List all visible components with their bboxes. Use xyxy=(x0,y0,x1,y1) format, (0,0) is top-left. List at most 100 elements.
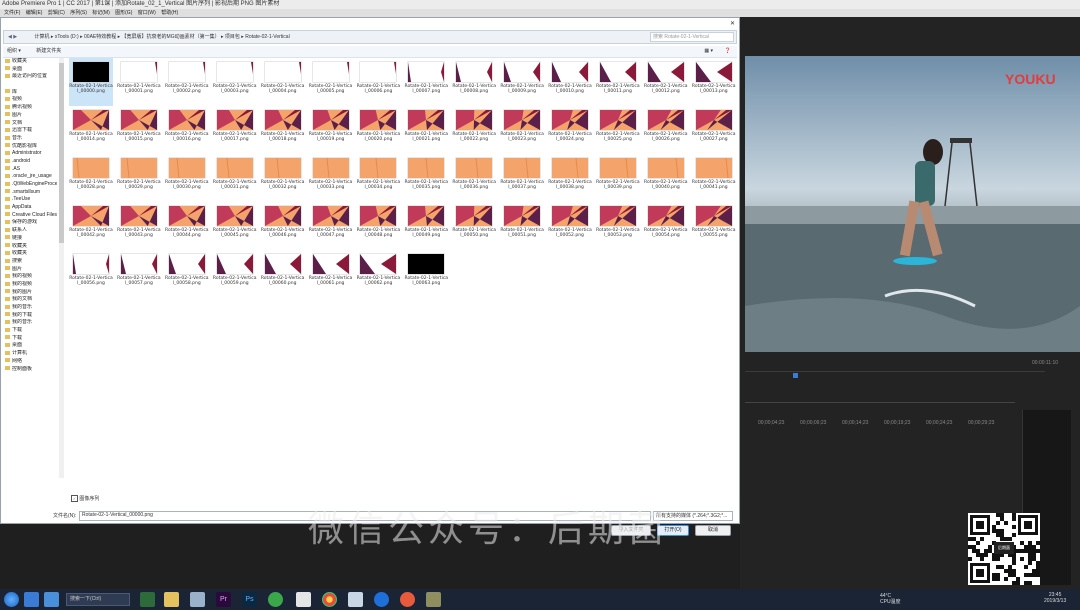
file-item[interactable]: Rotate-02-1-Vertical_00026.png xyxy=(644,106,688,154)
file-item[interactable]: Rotate-02-1-Vertical_00004.png xyxy=(261,58,305,106)
nav-item[interactable]: 下载 xyxy=(5,327,57,335)
nav-item[interactable]: 联系人 xyxy=(5,227,57,235)
nav-item[interactable]: .smartsllsum xyxy=(5,189,57,197)
app-icon-3[interactable] xyxy=(268,592,283,607)
file-item[interactable]: Rotate-02-1-Vertical_00040.png xyxy=(644,154,688,202)
playhead-marker-icon[interactable] xyxy=(793,373,798,378)
file-item[interactable]: Rotate-02-1-Vertical_00027.png xyxy=(692,106,736,154)
new-folder-button[interactable]: 新建文件夹 xyxy=(36,48,61,54)
premiere-icon[interactable]: Pr xyxy=(216,592,231,607)
menu-clip[interactable]: 剪辑(C) xyxy=(48,10,65,16)
nav-item[interactable]: 我的音乐 xyxy=(5,319,57,327)
file-item[interactable]: Rotate-02-1-Vertical_00055.png xyxy=(692,202,736,250)
app-icon-5[interactable] xyxy=(348,592,363,607)
nav-item[interactable]: 收藏夹 xyxy=(5,250,57,258)
navigation-pane[interactable]: 收藏夹 桌面 最近访问的位置库视频 腾讯视频 图片 文档 迅雷下载 音乐 优酷影视库 Admini… xyxy=(5,58,57,478)
file-item[interactable]: Rotate-02-1-Vertical_00037.png xyxy=(500,154,544,202)
file-item[interactable]: Rotate-02-1-Vertical_00031.png xyxy=(213,154,257,202)
file-item[interactable]: Rotate-02-1-Vertical_00048.png xyxy=(356,202,400,250)
file-item[interactable]: Rotate-02-1-Vertical_00029.png xyxy=(117,154,161,202)
app-icon-7[interactable] xyxy=(400,592,415,607)
search-input[interactable]: 搜索 Rotate-02-1-Vertical xyxy=(650,32,734,42)
nav-item[interactable]: 链接 xyxy=(5,235,57,243)
nav-item[interactable]: 收藏夹 xyxy=(5,58,57,66)
file-item[interactable]: Rotate-02-1-Vertical_00030.png xyxy=(165,154,209,202)
file-item[interactable]: Rotate-02-1-Vertical_00022.png xyxy=(452,106,496,154)
checkbox-checked-icon[interactable]: ✓ xyxy=(71,495,78,503)
nav-item[interactable]: 文档 xyxy=(5,120,57,128)
file-item[interactable]: Rotate-02-1-Vertical_00058.png xyxy=(165,250,209,298)
nav-item[interactable]: 控制面板 xyxy=(5,366,57,374)
ie-icon[interactable] xyxy=(44,592,59,607)
file-item[interactable]: Rotate-02-1-Vertical_00041.png xyxy=(692,154,736,202)
nav-item[interactable]: .QtWebEngineProcess xyxy=(5,181,57,189)
file-grid[interactable]: Rotate-02-1-Vertical_00000.png Rotate-02-… xyxy=(69,58,739,488)
file-item[interactable]: Rotate-02-1-Vertical_00006.png xyxy=(356,58,400,106)
file-item[interactable]: Rotate-02-1-Vertical_00038.png xyxy=(548,154,592,202)
file-item[interactable]: Rotate-02-1-Vertical_00036.png xyxy=(452,154,496,202)
nav-item[interactable]: 我的视频 xyxy=(5,273,57,281)
nav-item[interactable]: 我的视频 xyxy=(5,281,57,289)
nav-item[interactable]: AppData xyxy=(5,204,57,212)
file-item[interactable]: Rotate-02-1-Vertical_00023.png xyxy=(500,106,544,154)
file-item[interactable]: Rotate-02-1-Vertical_00053.png xyxy=(596,202,640,250)
app-icon-6[interactable] xyxy=(374,592,389,607)
file-item[interactable]: Rotate-02-1-Vertical_00009.png xyxy=(500,58,544,106)
file-item[interactable]: Rotate-02-1-Vertical_00035.png xyxy=(404,154,448,202)
file-item[interactable]: Rotate-02-1-Vertical_00044.png xyxy=(165,202,209,250)
file-item[interactable]: Rotate-02-1-Vertical_00042.png xyxy=(69,202,113,250)
file-item[interactable]: Rotate-02-1-Vertical_00025.png xyxy=(596,106,640,154)
nav-item[interactable]: 搜索 xyxy=(5,258,57,266)
nav-item[interactable]: 我的下载 xyxy=(5,312,57,320)
file-item[interactable]: Rotate-02-1-Vertical_00028.png xyxy=(69,154,113,202)
menu-sequence[interactable]: 序列(S) xyxy=(70,10,87,16)
nav-item[interactable]: .oracle_jre_usage xyxy=(5,173,57,181)
cancel-button[interactable]: 取消 xyxy=(695,525,731,536)
file-item[interactable]: Rotate-02-1-Vertical_00032.png xyxy=(261,154,305,202)
file-item[interactable]: Rotate-02-1-Vertical_00013.png xyxy=(692,58,736,106)
file-item[interactable]: Rotate-02-1-Vertical_00012.png xyxy=(644,58,688,106)
app-icon-8[interactable] xyxy=(426,592,441,607)
file-item[interactable]: Rotate-02-1-Vertical_00063.png xyxy=(404,250,448,298)
file-item[interactable]: Rotate-02-1-Vertical_00051.png xyxy=(500,202,544,250)
photoshop-icon[interactable]: Ps xyxy=(242,592,257,607)
nav-item[interactable]: .AS xyxy=(5,166,57,174)
file-item[interactable]: Rotate-02-1-Vertical_00057.png xyxy=(117,250,161,298)
nav-item[interactable]: 最近访问的位置 xyxy=(5,73,57,81)
folder-icon[interactable] xyxy=(164,592,179,607)
nav-item[interactable]: 音乐 xyxy=(5,135,57,143)
nav-item[interactable]: 桌面 xyxy=(5,66,57,74)
file-item[interactable]: Rotate-02-1-Vertical_00016.png xyxy=(165,106,209,154)
file-item[interactable]: Rotate-02-1-Vertical_00046.png xyxy=(261,202,305,250)
nav-item[interactable]: 网络 xyxy=(5,358,57,366)
file-item[interactable]: Rotate-02-1-Vertical_00011.png xyxy=(596,58,640,106)
file-item[interactable]: Rotate-02-1-Vertical_00043.png xyxy=(117,202,161,250)
file-item[interactable]: Rotate-02-1-Vertical_00054.png xyxy=(644,202,688,250)
breadcrumb-4[interactable]: 项目包 xyxy=(225,34,240,40)
clock[interactable]: 23:45 2019/3/13 xyxy=(1044,592,1066,604)
nav-item[interactable]: .android xyxy=(5,158,57,166)
nav-item[interactable]: 保存的游戏 xyxy=(5,219,57,227)
nav-item[interactable]: 优酷影视库 xyxy=(5,143,57,151)
nav-item[interactable]: .TeeUse xyxy=(5,196,57,204)
file-item[interactable]: Rotate-02-1-Vertical_00039.png xyxy=(596,154,640,202)
file-item[interactable]: Rotate-02-1-Vertical_00003.png xyxy=(213,58,257,106)
file-item[interactable]: Rotate-02-1-Vertical_00050.png xyxy=(452,202,496,250)
taskbar-search-input[interactable]: 搜索一下(Ctrl) xyxy=(66,593,130,606)
file-item[interactable]: Rotate-02-1-Vertical_00034.png xyxy=(356,154,400,202)
nav-item[interactable]: 我的文档 xyxy=(5,296,57,304)
close-icon[interactable]: ✕ xyxy=(730,20,735,27)
nav-item[interactable]: 库 xyxy=(5,89,57,97)
menu-file[interactable]: 文件(F) xyxy=(4,10,20,16)
file-item[interactable]: Rotate-02-1-Vertical_00019.png xyxy=(309,106,353,154)
file-item[interactable]: Rotate-02-1-Vertical_00056.png xyxy=(69,250,113,298)
image-sequence-checkbox[interactable]: ✓ 图像序列 xyxy=(71,495,99,503)
nav-item[interactable]: 图片 xyxy=(5,112,57,120)
breadcrumb-0[interactable]: 计算机 xyxy=(35,34,50,40)
nav-item[interactable]: 迅雷下载 xyxy=(5,127,57,135)
browser-icon[interactable] xyxy=(24,592,39,607)
organize-button[interactable]: 组织 ▾ xyxy=(7,48,21,54)
app-icon-1[interactable] xyxy=(140,592,155,607)
file-item[interactable]: Rotate-02-1-Vertical_00020.png xyxy=(356,106,400,154)
playback-controls[interactable] xyxy=(745,371,1045,386)
